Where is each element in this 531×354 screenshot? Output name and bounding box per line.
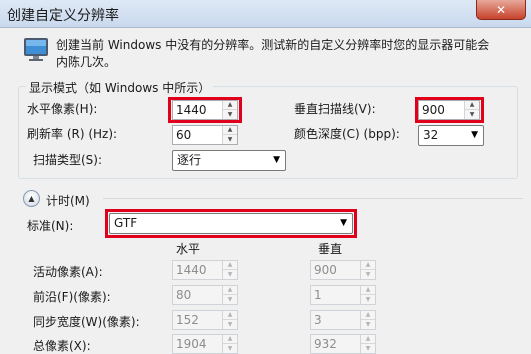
monitor-icon (24, 38, 48, 61)
refresh-input[interactable]: 60 ▲ ▼ (172, 125, 238, 145)
close-button[interactable]: ✕ (476, 0, 526, 20)
timing-h-input[interactable]: 1904 ▲ ▼ (172, 334, 238, 354)
spin-arrows-icon[interactable]: ▲ ▼ (222, 126, 237, 144)
h-pixels-label: 水平像素(H): (27, 102, 98, 116)
timing-h-input[interactable]: 1440 ▲ ▼ (172, 260, 238, 280)
highlight-box (105, 209, 357, 238)
spin-arrows-icon: ▲ ▼ (222, 286, 237, 304)
intro-text: 创建当前 Windows 中没有的分辨率。测试新的自定义分辨率时您的显示器可能会… (56, 38, 490, 69)
chevron-down-icon: ▼ (471, 130, 478, 140)
refresh-label: 刷新率 (R) (Hz): (27, 127, 118, 141)
timing-v-value: 932 (314, 337, 337, 351)
timing-row-label: 总像素(X): (33, 339, 91, 353)
spin-arrows-icon: ▲ ▼ (222, 335, 237, 353)
spin-arrows-icon: ▲ ▼ (360, 335, 375, 353)
timing-row-label: 同步宽度(W)(像素): (33, 315, 140, 329)
color-depth-value: 32 (423, 128, 439, 142)
timing-toggle-label[interactable]: 计时(M) (46, 192, 90, 209)
highlight-box (168, 97, 242, 123)
timing-h-input[interactable]: 152 ▲ ▼ (172, 310, 238, 330)
timing-h-value: 152 (176, 313, 199, 327)
section-divider (103, 198, 523, 199)
close-icon: ✕ (495, 2, 507, 17)
spin-arrows-icon: ▲ ▼ (222, 261, 237, 279)
timing-v-input[interactable]: 1 ▲ ▼ (310, 285, 376, 305)
spin-arrows-icon: ▲ ▼ (360, 261, 375, 279)
window-title: 创建自定义分辨率 (7, 8, 119, 24)
timing-h-value: 80 (176, 288, 192, 302)
timing-row-label: 活动像素(A): (33, 265, 103, 279)
highlight-box (415, 97, 484, 123)
spin-arrows-icon: ▲ ▼ (360, 286, 375, 304)
color-depth-select[interactable]: 32 ▼ (418, 125, 484, 146)
vertical-column-header: 垂直 (318, 242, 343, 256)
standard-label: 标准(N): (27, 219, 74, 233)
scan-type-select[interactable]: 逐行 ▼ (172, 150, 286, 171)
color-depth-label: 颜色深度(C) (bpp): (294, 127, 400, 141)
timing-h-input[interactable]: 80 ▲ ▼ (172, 285, 238, 305)
scan-type-label: 扫描类型(S): (33, 153, 103, 167)
spin-arrows-icon: ▲ ▼ (222, 311, 237, 329)
timing-row-label: 前沿(F)(像素): (33, 290, 111, 304)
display-mode-title: 显示模式（如 Windows 中所示） (26, 79, 214, 96)
v-scanlines-label: 垂直扫描线(V): (294, 102, 376, 116)
horizontal-column-header: 水平 (176, 242, 201, 256)
chevron-down-icon: ▼ (273, 155, 280, 165)
timing-v-input[interactable]: 900 ▲ ▼ (310, 260, 376, 280)
timing-h-value: 1904 (176, 337, 207, 351)
timing-v-input[interactable]: 932 ▲ ▼ (310, 334, 376, 354)
timing-h-value: 1440 (176, 263, 207, 277)
timing-v-value: 1 (314, 288, 322, 302)
title-bar: 创建自定义分辨率 ✕ (0, 0, 531, 28)
timing-v-value: 900 (314, 263, 337, 277)
refresh-value: 60 (176, 128, 192, 142)
timing-v-value: 3 (314, 313, 322, 327)
timing-v-input[interactable]: 3 ▲ ▼ (310, 310, 376, 330)
collapse-arrow-icon[interactable]: ▲ (23, 190, 40, 207)
scan-type-value: 逐行 (177, 153, 202, 167)
spin-arrows-icon: ▲ ▼ (360, 311, 375, 329)
